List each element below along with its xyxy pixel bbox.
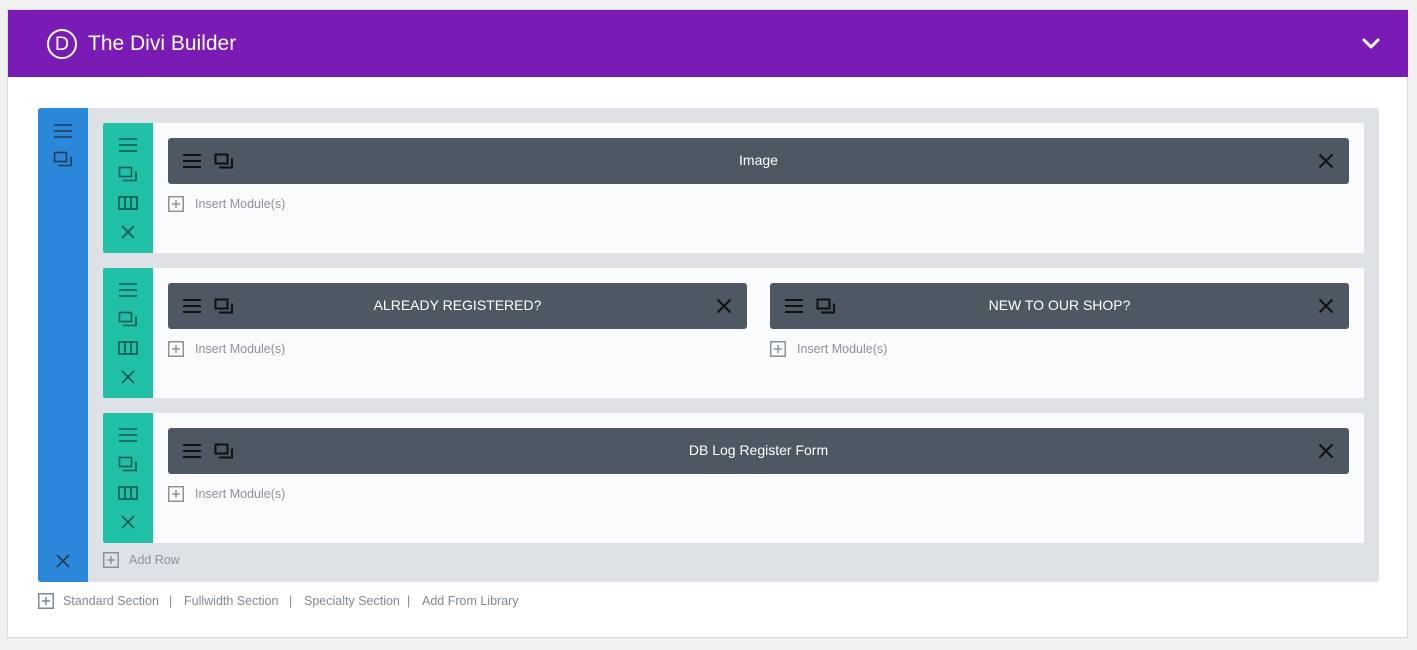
insert-module-label: Insert Module(s) <box>797 342 888 356</box>
close-icon[interactable] <box>120 224 136 240</box>
chevron-down-icon[interactable] <box>1361 36 1381 52</box>
close-icon[interactable] <box>1318 298 1334 314</box>
add-from-library-link[interactable]: Add From Library <box>422 594 519 608</box>
hamburger-icon[interactable] <box>118 137 138 153</box>
hamburger-icon[interactable] <box>118 427 138 443</box>
row-settings-bar <box>103 268 153 398</box>
divi-builder-panel: D The Divi Builder Image Insert Module(s… <box>7 9 1408 638</box>
close-icon[interactable] <box>1318 153 1334 169</box>
divi-logo-icon: D <box>47 29 77 59</box>
clone-icon[interactable] <box>118 311 138 327</box>
separator: | <box>289 594 293 608</box>
row-2: ALREADY REGISTERED? NEW TO OUR SHOP? Ins… <box>103 268 1364 398</box>
columns-icon[interactable] <box>118 195 138 211</box>
builder-header: D The Divi Builder <box>8 10 1408 77</box>
hamburger-icon[interactable] <box>118 282 138 298</box>
add-standard-section-link[interactable]: Standard Section <box>63 594 159 608</box>
module-label: ALREADY REGISTERED? <box>373 297 542 313</box>
columns-icon[interactable] <box>118 340 138 356</box>
insert-module-label: Insert Module(s) <box>195 342 286 356</box>
standard-section: Image Insert Module(s) ALREADY REGISTERE… <box>38 108 1379 582</box>
clone-icon[interactable] <box>53 151 73 167</box>
module-image[interactable]: Image <box>168 138 1349 184</box>
close-icon[interactable] <box>716 298 732 314</box>
module-already-registered[interactable]: ALREADY REGISTERED? <box>168 283 747 329</box>
close-icon[interactable] <box>55 553 71 569</box>
module-label: NEW TO OUR SHOP? <box>988 297 1131 313</box>
add-section-bar: Standard Section | Fullwidth Section | S… <box>38 593 838 611</box>
add-fullwidth-section-link[interactable]: Fullwidth Section <box>184 594 279 608</box>
plus-box-icon <box>168 196 184 212</box>
plus-box-icon <box>38 593 54 609</box>
close-icon[interactable] <box>120 514 136 530</box>
separator: | <box>169 594 173 608</box>
clone-icon[interactable] <box>118 166 138 182</box>
plus-box-icon <box>770 341 786 357</box>
plus-box-icon <box>103 552 119 568</box>
hamburger-icon[interactable] <box>53 123 73 139</box>
insert-module-label: Insert Module(s) <box>195 487 286 501</box>
row-settings-bar <box>103 123 153 253</box>
row-settings-bar <box>103 413 153 543</box>
row-1: Image Insert Module(s) <box>103 123 1364 253</box>
close-icon[interactable] <box>1318 443 1334 459</box>
module-db-log-register-form[interactable]: DB Log Register Form <box>168 428 1349 474</box>
module-label: Image <box>739 152 778 168</box>
module-new-to-our-shop[interactable]: NEW TO OUR SHOP? <box>770 283 1349 329</box>
close-icon[interactable] <box>120 369 136 385</box>
plus-box-icon <box>168 486 184 502</box>
separator: | <box>407 594 411 608</box>
add-specialty-section-link[interactable]: Specialty Section <box>304 594 400 608</box>
builder-title: The Divi Builder <box>88 32 237 55</box>
insert-module-label: Insert Module(s) <box>195 197 286 211</box>
columns-icon[interactable] <box>118 485 138 501</box>
module-label: DB Log Register Form <box>688 442 829 458</box>
add-row-label: Add Row <box>129 553 180 567</box>
plus-box-icon <box>168 341 184 357</box>
section-settings-bar <box>38 108 88 582</box>
row-3: DB Log Register Form Insert Module(s) <box>103 413 1364 543</box>
clone-icon[interactable] <box>118 456 138 472</box>
